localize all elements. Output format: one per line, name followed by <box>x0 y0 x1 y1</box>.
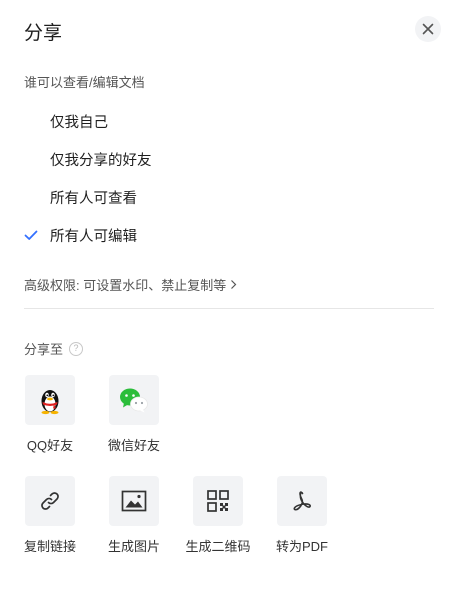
permission-option-only-me[interactable]: 仅我自己 <box>24 106 404 136</box>
permission-option-label: 仅我自己 <box>50 114 108 131</box>
close-icon <box>422 23 434 35</box>
permission-option-everyone-edit[interactable]: 所有人可编辑 <box>24 220 404 250</box>
generate-qrcode-button[interactable]: 生成二维码 <box>183 476 253 555</box>
convert-pdf-button[interactable]: 转为PDF <box>267 476 337 555</box>
permission-option-shared-friends[interactable]: 仅我分享的好友 <box>24 144 404 174</box>
generate-qrcode-label: 生成二维码 <box>185 539 251 554</box>
chevron-right-icon <box>230 279 237 290</box>
link-icon <box>38 489 62 513</box>
divider <box>24 308 434 309</box>
permission-option-label: 所有人可编辑 <box>50 228 137 245</box>
permission-option-everyone-view[interactable]: 所有人可查看 <box>24 182 404 212</box>
checkmark-icon <box>24 225 50 245</box>
generate-image-label: 生成图片 <box>107 539 160 554</box>
dialog-title: 分享 <box>24 23 63 44</box>
copy-link-label: 复制链接 <box>23 539 76 554</box>
advanced-permissions-link[interactable]: 高级权限: 可设置水印、禁止复制等 <box>24 275 237 294</box>
qrcode-icon <box>206 489 230 513</box>
generate-image-button[interactable]: 生成图片 <box>99 476 169 555</box>
wechat-icon <box>119 387 149 413</box>
share-wechat-button[interactable]: 微信好友 <box>99 375 169 454</box>
advanced-permissions-label: 高级权限: 可设置水印、禁止复制等 <box>24 278 227 293</box>
convert-pdf-label: 转为PDF <box>275 539 328 554</box>
share-dialog: 分享 谁可以查看/编辑文档 仅我自己 仅我分享的好友 所有人可查看 所有人可编辑… <box>0 0 456 590</box>
share-qq-label: QQ好友 <box>26 438 74 453</box>
image-icon <box>121 490 147 512</box>
help-icon[interactable]: ? <box>69 341 84 356</box>
permission-heading: 谁可以查看/编辑文档 <box>24 75 145 90</box>
permission-option-label: 仅我分享的好友 <box>50 152 152 169</box>
share-to-heading: 分享至 ? <box>24 339 84 358</box>
share-to-label: 分享至 <box>24 342 64 357</box>
copy-link-button[interactable]: 复制链接 <box>15 476 85 555</box>
share-qq-button[interactable]: QQ好友 <box>15 375 85 454</box>
permission-option-label: 所有人可查看 <box>50 190 137 207</box>
close-button[interactable] <box>415 16 441 42</box>
share-wechat-label: 微信好友 <box>107 438 160 453</box>
qq-penguin-icon <box>37 385 63 415</box>
pdf-icon <box>290 489 314 513</box>
